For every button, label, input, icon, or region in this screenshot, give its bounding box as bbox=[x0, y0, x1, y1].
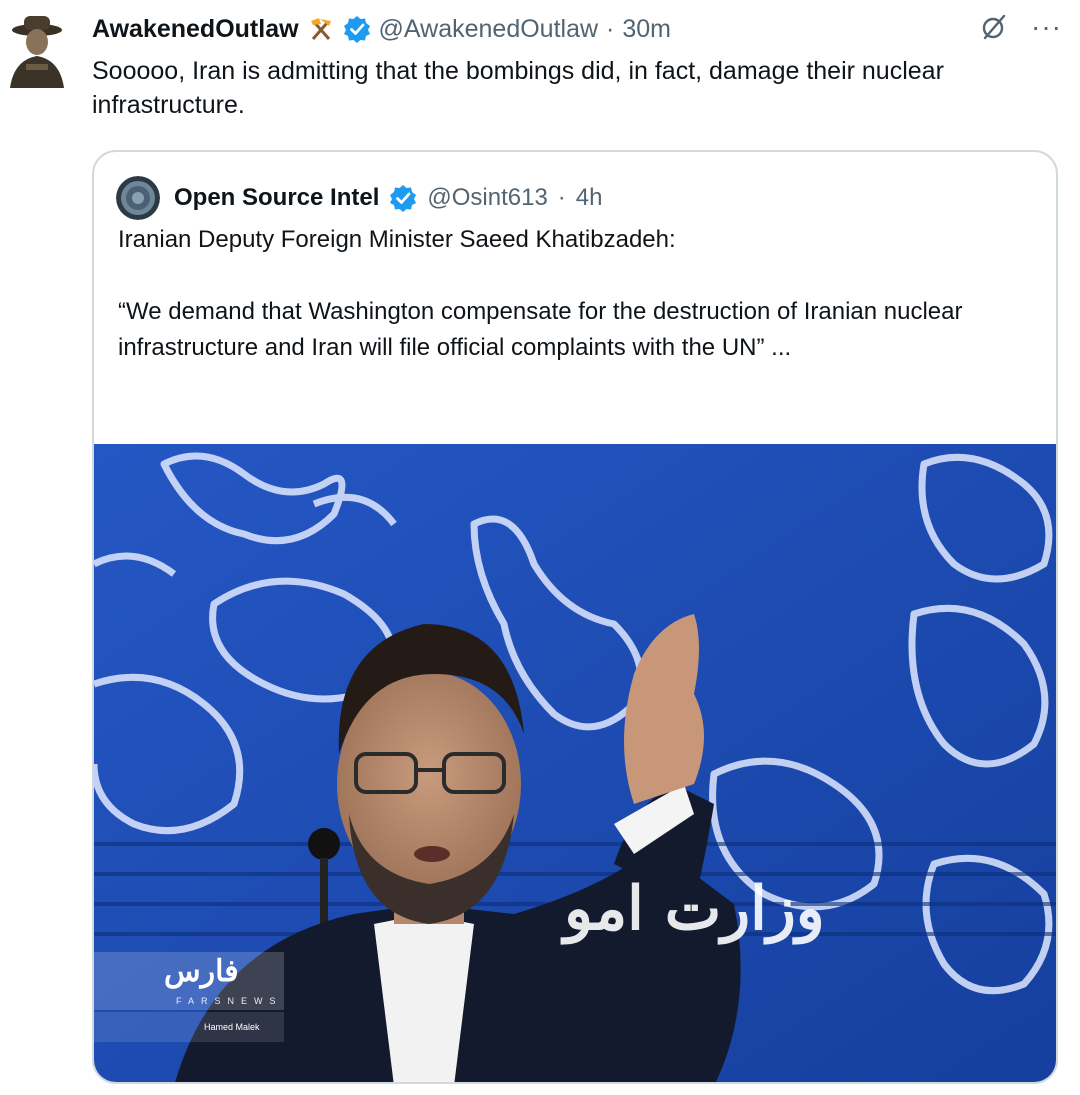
display-name[interactable]: AwakenedOutlaw bbox=[92, 15, 299, 44]
grok-icon[interactable] bbox=[979, 12, 1009, 42]
quoted-avatar[interactable] bbox=[116, 176, 160, 220]
quoted-timestamp[interactable]: 4h bbox=[576, 184, 603, 212]
separator-dot: · bbox=[557, 184, 566, 211]
timestamp[interactable]: 30m bbox=[622, 15, 671, 44]
watermark-subtitle: FARSNEWS bbox=[176, 996, 283, 1006]
quoted-media-image[interactable]: وزارت امو فارس FARSNEWS Hamed Malek bbox=[94, 444, 1056, 1082]
quoted-display-name[interactable]: Open Source Intel bbox=[174, 184, 379, 212]
wall-lettering: وزارت امو bbox=[564, 874, 825, 944]
quoted-tweet-header: Open Source Intel @Osint613 · 4h bbox=[116, 176, 603, 220]
quoted-text-line: Iranian Deputy Foreign Minister Saeed Kh… bbox=[118, 226, 676, 253]
avatar[interactable] bbox=[4, 10, 70, 88]
watermark-logo: فارس bbox=[164, 954, 239, 989]
header-actions: ··· bbox=[979, 12, 1062, 42]
verified-badge-icon bbox=[343, 15, 371, 43]
tweet-header: AwakenedOutlaw @AwakenedOutlaw · 30m bbox=[92, 12, 1040, 46]
verified-badge-icon bbox=[389, 184, 417, 212]
handle[interactable]: @AwakenedOutlaw bbox=[379, 15, 598, 44]
hammer-pick-icon bbox=[307, 15, 335, 43]
quoted-tweet-text: Iranian Deputy Foreign Minister Saeed Kh… bbox=[118, 222, 1028, 366]
quoted-text-quote: “We demand that Washington compensate fo… bbox=[118, 298, 963, 361]
quoted-handle[interactable]: @Osint613 bbox=[427, 184, 547, 212]
watermark-credit: Hamed Malek bbox=[204, 1022, 260, 1032]
tweet[interactable]: AwakenedOutlaw @AwakenedOutlaw · 30m ···… bbox=[0, 0, 1080, 1095]
separator-dot: · bbox=[606, 14, 615, 43]
quoted-tweet[interactable]: Open Source Intel @Osint613 · 4h Iranian… bbox=[92, 150, 1058, 1084]
more-icon[interactable]: ··· bbox=[1031, 13, 1062, 41]
tweet-text: Sooooo, Iran is admitting that the bombi… bbox=[92, 57, 944, 119]
